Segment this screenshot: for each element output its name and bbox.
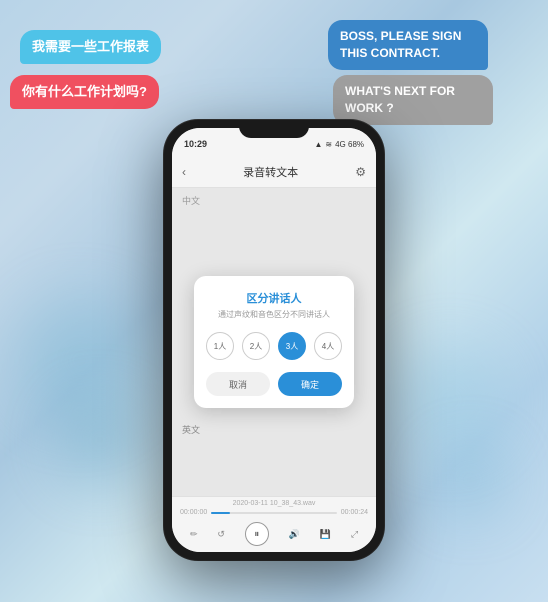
speech-bubble-en2: WHAT'S NEXT FOR WORK ? bbox=[333, 75, 493, 125]
status-time: 10:29 bbox=[184, 139, 207, 149]
file-name-label: 2020-03-11 10_38_43.wav bbox=[172, 497, 376, 507]
bokeh-blob-2 bbox=[60, 400, 140, 480]
bubble-zh2-text: 你有什么工作计划吗? bbox=[22, 84, 147, 99]
confirm-button[interactable]: 确定 bbox=[278, 372, 342, 396]
progress-bar[interactable] bbox=[211, 512, 337, 514]
speech-bubble-zh2: 你有什么工作计划吗? bbox=[10, 75, 159, 109]
progress-fill bbox=[211, 512, 230, 514]
play-pause-button[interactable]: ⏸ bbox=[245, 522, 269, 546]
option-2-person[interactable]: 2人 bbox=[242, 332, 270, 360]
progress-bar-container: 00:00:00 00:00:24 bbox=[172, 507, 376, 518]
playback-controls: ✏ ↺ ⏸ 🔊 💾 ⤢ bbox=[172, 518, 376, 552]
pause-icon: ⏸ bbox=[254, 529, 259, 540]
dialog-title: 区分讲话人 bbox=[206, 290, 342, 306]
bokeh-blob-3 bbox=[400, 350, 500, 450]
bokeh-blob-4 bbox=[440, 450, 500, 510]
top-bar: ‹ 录音转文本 ⚙ bbox=[172, 156, 376, 188]
bottom-bar: 2020-03-11 10_38_43.wav 00:00:00 00:00:2… bbox=[172, 496, 376, 552]
bubble-zh1-text: 我需要一些工作报表 bbox=[32, 39, 149, 54]
option-1-person[interactable]: 1人 bbox=[206, 332, 234, 360]
speaker-options: 1人 2人 3人 4人 bbox=[206, 332, 342, 360]
dialog-button-row: 取消 确定 bbox=[206, 372, 342, 396]
phone-notch bbox=[239, 120, 309, 138]
bubble-en2-text: WHAT'S NEXT FOR WORK ? bbox=[345, 84, 455, 115]
speaker-dialog: 区分讲话人 通过声纹和音色区分不同讲话人 1人 2人 3人 bbox=[194, 276, 354, 408]
content-label-en: 英文 bbox=[182, 423, 200, 436]
phone-screen: 10:29 ▲ ≋ 4G 68% ‹ 录音转文本 ⚙ 中文 区分讲话 bbox=[172, 128, 376, 552]
rewind-button[interactable]: ↺ bbox=[217, 529, 225, 540]
time-start: 00:00:00 bbox=[180, 509, 207, 516]
dialog-subtitle: 通过声纹和音色区分不同讲话人 bbox=[206, 309, 342, 320]
volume-button[interactable]: 🔊 bbox=[289, 529, 300, 540]
save-button[interactable]: 💾 bbox=[320, 529, 331, 540]
content-area: 中文 区分讲话人 通过声纹和音色区分不同讲话人 1人 2人 bbox=[172, 188, 376, 496]
speech-bubble-en1: BOSS, PLEASE SIGN THIS CONTRACT. bbox=[328, 20, 488, 70]
cancel-button[interactable]: 取消 bbox=[206, 372, 270, 396]
phone-body: 10:29 ▲ ≋ 4G 68% ‹ 录音转文本 ⚙ 中文 区分讲话 bbox=[164, 120, 384, 560]
option-3-person[interactable]: 3人 bbox=[278, 332, 306, 360]
status-icons: ▲ ≋ 4G 68% bbox=[314, 140, 364, 149]
back-button[interactable]: ‹ bbox=[182, 165, 186, 179]
battery-label: 4G 68% bbox=[335, 140, 364, 149]
dialog-overlay: 区分讲话人 通过声纹和音色区分不同讲话人 1人 2人 3人 bbox=[172, 188, 376, 496]
screen-title: 录音转文本 bbox=[243, 164, 298, 180]
expand-button[interactable]: ⤢ bbox=[351, 529, 358, 540]
signal-icon: ▲ bbox=[314, 140, 322, 149]
option-4-person[interactable]: 4人 bbox=[314, 332, 342, 360]
bokeh-blob-1 bbox=[20, 300, 140, 420]
speech-bubble-zh1: 我需要一些工作报表 bbox=[20, 30, 161, 64]
bubble-en1-text: BOSS, PLEASE SIGN THIS CONTRACT. bbox=[340, 29, 461, 60]
wifi-icon: ≋ bbox=[325, 140, 332, 149]
phone-device: 10:29 ▲ ≋ 4G 68% ‹ 录音转文本 ⚙ 中文 区分讲话 bbox=[164, 120, 384, 560]
edit-icon[interactable]: ✏ bbox=[190, 529, 198, 540]
settings-button[interactable]: ⚙ bbox=[355, 165, 366, 179]
time-end: 00:00:24 bbox=[341, 509, 368, 516]
